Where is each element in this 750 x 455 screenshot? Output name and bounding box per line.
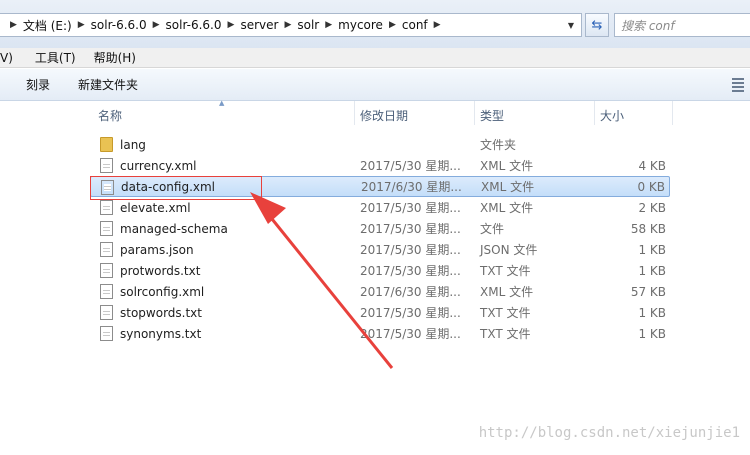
watermark: http://blog.csdn.net/xiejunjie1 — [478, 425, 740, 441]
annotation-arrow — [250, 192, 394, 369]
